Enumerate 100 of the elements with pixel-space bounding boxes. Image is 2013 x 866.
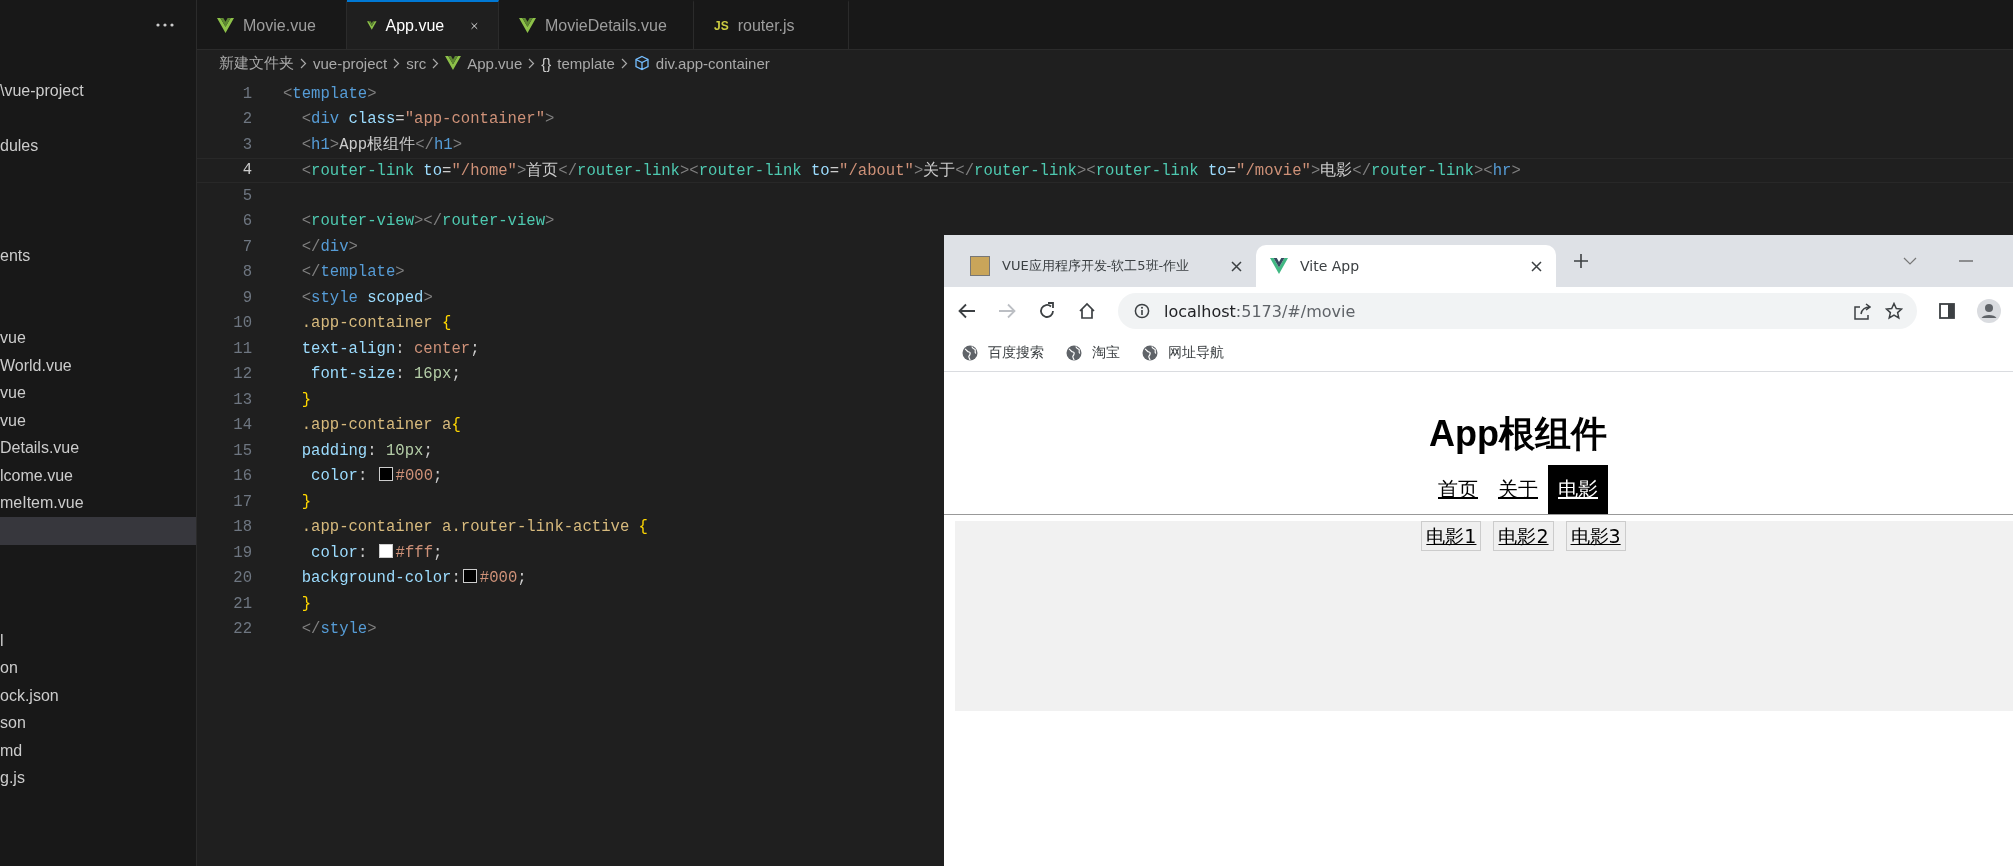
bookmark-link[interactable]: 百度搜索 (962, 344, 1044, 362)
line-number: 19 (232, 543, 253, 562)
code-line: <router-view></router-view> (300, 212, 555, 231)
home-icon[interactable] (1078, 302, 1096, 320)
code-line: .app-container { (300, 314, 452, 333)
file-name[interactable]: md (0, 741, 23, 760)
star-icon[interactable] (1885, 302, 1903, 320)
line-number: 16 (232, 467, 253, 486)
back-arrow-icon[interactable] (958, 303, 976, 319)
line-number: 11 (232, 339, 253, 358)
file-name[interactable]: lcome.vue (0, 466, 73, 485)
file-name[interactable]: vue (0, 384, 26, 403)
line-number: 1 (241, 84, 253, 103)
chevron-right-icon (300, 57, 307, 69)
editor-tab[interactable]: App.vue (347, 0, 499, 49)
info-icon (1134, 303, 1150, 319)
sidebar-icon[interactable] (1939, 303, 1955, 319)
file-name[interactable]: World.vue (0, 356, 72, 375)
share-icon[interactable] (1853, 302, 1871, 320)
close-icon[interactable] (1531, 260, 1542, 272)
line-number: 12 (232, 365, 253, 384)
file-name[interactable]: meItem.vue (0, 494, 84, 513)
code-line: color: #fff; (310, 543, 443, 562)
close-icon[interactable] (1231, 260, 1242, 272)
bookmark-link[interactable]: 淘宝 (1066, 344, 1120, 362)
browser-tab[interactable]: VUE应用程序开发-软工5班-作业 (956, 245, 1256, 287)
code-line: <div class="app-container"> (300, 110, 555, 129)
breadcrumb-item[interactable]: template (557, 54, 615, 72)
code-line: </style> (300, 620, 377, 639)
vue-file-icon (217, 18, 234, 33)
line-number: 20 (232, 569, 253, 588)
movie-link[interactable]: 电影2 (1493, 521, 1554, 551)
breadcrumb-item[interactable]: App.vue (467, 54, 523, 72)
new-tab-icon[interactable] (1574, 254, 1588, 268)
file-name[interactable]: ents (0, 246, 31, 265)
line-number: 6 (241, 212, 253, 231)
breadcrumb-item[interactable]: src (406, 54, 427, 72)
page-heading: App根组件 (1428, 412, 1608, 456)
editor-tab[interactable]: JS router.js (694, 0, 849, 49)
movie-link[interactable]: 电影1 (1421, 521, 1482, 551)
braces-icon: {} (541, 54, 552, 72)
file-name[interactable]: g.js (0, 769, 25, 788)
chevron-right-icon (620, 57, 628, 69)
code-line: padding: 10px; (300, 441, 433, 460)
editor-tab[interactable]: MovieDetails.vue (499, 0, 694, 49)
file-name[interactable]: on (0, 659, 18, 678)
line-number: 2 (241, 110, 253, 129)
nav-link[interactable]: 电影 (1548, 465, 1608, 514)
file-name[interactable]: Details.vue (0, 439, 80, 458)
vue-logo-icon (1270, 258, 1288, 274)
profile-icon[interactable] (1977, 299, 2001, 323)
line-number: 3 (241, 135, 253, 154)
reload-icon[interactable] (1038, 302, 1056, 320)
code-line: <template> (283, 84, 377, 103)
bookmark-link[interactable]: 网址导航 (1142, 344, 1224, 362)
movie-link[interactable]: 电影3 (1565, 521, 1626, 551)
code-line: .app-container a.router-link-active { (300, 518, 648, 537)
globe-icon (962, 345, 978, 361)
code-line: } (300, 390, 312, 409)
line-number: 7 (241, 237, 253, 256)
address-bar[interactable]: localhost:5173/#/movie (1118, 293, 1917, 329)
line-number: 14 (232, 416, 253, 435)
file-name[interactable]: \vue-project (0, 81, 84, 100)
globe-icon (1142, 345, 1158, 361)
code-line: </div> (300, 237, 358, 256)
code-line: <style scoped> (300, 288, 433, 307)
line-number: 17 (232, 492, 253, 511)
js-file-icon: JS (714, 18, 729, 33)
favicon-placeholder (970, 256, 990, 276)
code-line: </template> (300, 263, 405, 282)
globe-icon (1066, 345, 1082, 361)
vue-file-icon (519, 18, 536, 33)
line-number: 22 (232, 620, 253, 639)
nav-link[interactable]: 首页 (1428, 465, 1488, 514)
line-number: 9 (241, 288, 253, 307)
chevron-right-icon (432, 57, 440, 69)
file-name[interactable]: l (0, 631, 4, 650)
file-name[interactable]: vue (0, 329, 26, 348)
chevron-down-icon[interactable] (1903, 257, 1917, 265)
breadcrumb-item[interactable]: div.app-container (655, 54, 770, 72)
chevron-right-icon (528, 57, 536, 69)
vue-file-icon (445, 56, 462, 70)
breadcrumb-item[interactable]: 新建文件夹 (219, 53, 294, 73)
file-name[interactable]: son (0, 714, 26, 733)
line-number: 4 (241, 161, 253, 180)
line-number: 13 (232, 390, 253, 409)
code-line: <router-link to="/home">首页</router-link><router-link to="/about">关于</router-link><router-link to="/movie">电影</router-link><hr> (300, 160, 1521, 181)
nav-link[interactable]: 关于 (1488, 465, 1548, 514)
breadcrumb-item[interactable]: vue-project (313, 54, 388, 72)
chevron-right-icon (393, 57, 401, 69)
browser-tab[interactable]: Vite App (1256, 245, 1556, 287)
line-number: 15 (232, 441, 253, 460)
file-name[interactable]: vue (0, 411, 26, 430)
more-icon[interactable] (156, 23, 174, 27)
code-line: .app-container a{ (300, 416, 461, 435)
code-line: text-align: center; (300, 339, 480, 358)
line-number: 8 (241, 263, 253, 282)
code-line: font-size: 16px; (310, 365, 461, 384)
file-name[interactable]: ock.json (0, 686, 59, 705)
file-name[interactable]: dules (0, 136, 39, 155)
